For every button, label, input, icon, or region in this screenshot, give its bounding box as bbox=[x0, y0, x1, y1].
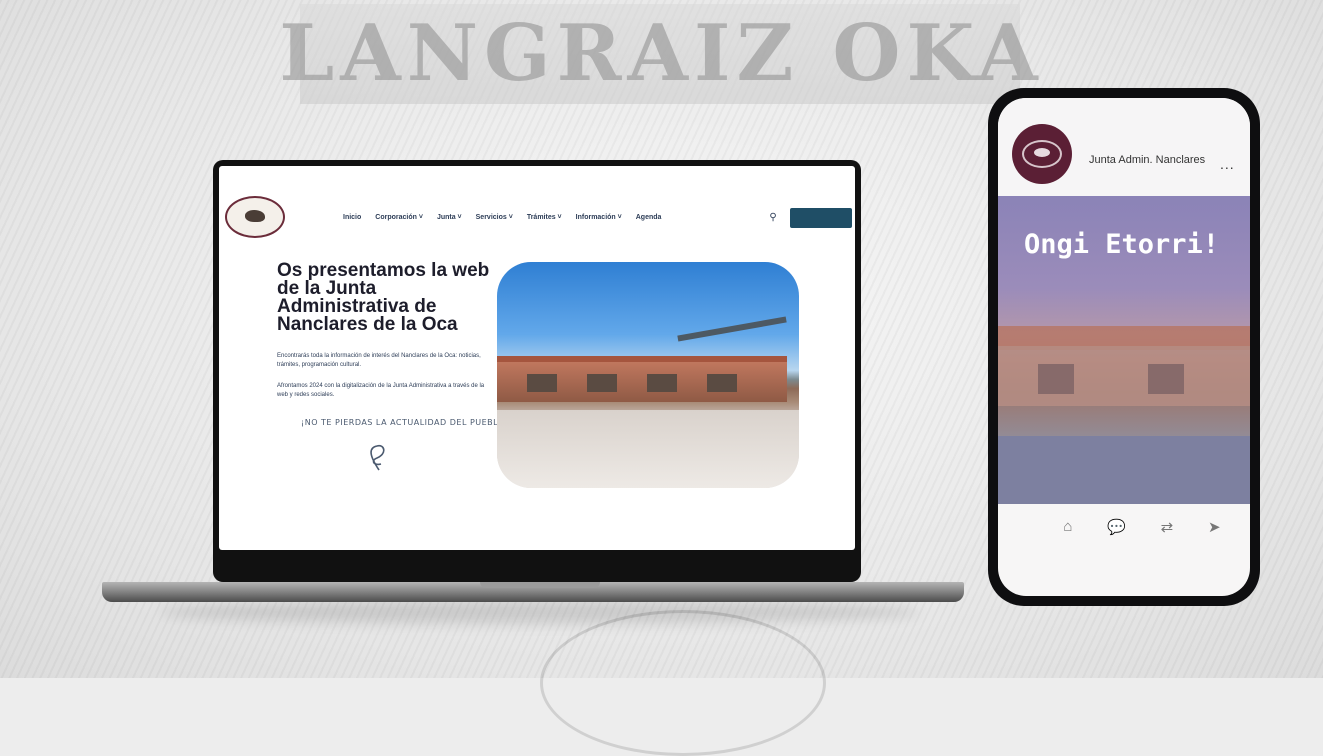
paved-ground bbox=[497, 410, 799, 488]
hero-paragraph-2: Afrontamos 2024 con la digitalización de… bbox=[277, 383, 485, 398]
nav-item-servicios[interactable]: Servicios ˅ bbox=[476, 214, 513, 221]
comment-icon[interactable]: 💬 bbox=[1107, 518, 1126, 536]
hero-title: Os presentamos la web de la Junta Admini… bbox=[277, 260, 490, 335]
hero-handwriting: ¡NO TE PIERDAS LA ACTUALIDAD DEL PUEBLO! bbox=[301, 418, 509, 427]
avatar[interactable] bbox=[1012, 124, 1072, 184]
swirl-icon bbox=[370, 444, 385, 471]
building-window bbox=[1148, 364, 1184, 394]
nav-item-tramites[interactable]: Trámites ˅ bbox=[527, 214, 562, 221]
nav-item-informacion[interactable]: Información ˅ bbox=[576, 214, 622, 221]
phone-screen: Junta Admin. Nanclares ... Ongi Etorri! … bbox=[998, 98, 1250, 596]
nav-item-junta[interactable]: Junta ˅ bbox=[437, 214, 462, 221]
road bbox=[998, 436, 1250, 504]
building-wall bbox=[998, 346, 1250, 406]
building-window bbox=[587, 374, 617, 392]
crane-shape bbox=[677, 316, 787, 342]
more-options-icon[interactable]: ... bbox=[1220, 156, 1235, 172]
laptop-shadow bbox=[160, 600, 920, 624]
hero-photo bbox=[497, 262, 799, 488]
nav-item-inicio[interactable]: Inicio bbox=[343, 214, 361, 221]
post-header: Junta Admin. Nanclares ... bbox=[998, 98, 1250, 196]
hero-paragraph-1: Encontrarás toda la información de inter… bbox=[277, 353, 481, 368]
nav-item-agenda[interactable]: Agenda bbox=[636, 214, 662, 221]
post-actions: ⌂ 💬 ⇄ ➤ bbox=[998, 518, 1250, 536]
laptop-notch bbox=[480, 582, 600, 588]
building-window bbox=[1038, 364, 1074, 394]
nav-item-corporacion[interactable]: Corporación ˅ bbox=[375, 214, 423, 221]
building-window bbox=[527, 374, 557, 392]
background-seal bbox=[540, 610, 826, 756]
post-greeting: Ongi Etorri! bbox=[1024, 229, 1220, 260]
contact-button[interactable] bbox=[790, 208, 852, 228]
background-title: LANGRAIZ OKA bbox=[279, 8, 1044, 99]
site-nav: Inicio Corporación ˅ Junta ˅ Servicios ˅… bbox=[343, 214, 661, 221]
post-image: Ongi Etorri! bbox=[998, 196, 1250, 504]
site-logo[interactable] bbox=[225, 196, 285, 238]
home-icon[interactable]: ⌂ bbox=[1063, 518, 1072, 536]
account-name[interactable]: Junta Admin. Nanclares bbox=[1089, 154, 1205, 166]
repost-icon[interactable]: ⇄ bbox=[1161, 518, 1174, 536]
search-icon[interactable]: ⚲ bbox=[766, 211, 780, 225]
laptop-display: Inicio Corporación ˅ Junta ˅ Servicios ˅… bbox=[219, 166, 855, 550]
send-icon[interactable]: ➤ bbox=[1208, 518, 1221, 536]
building-window bbox=[647, 374, 677, 392]
building-window bbox=[707, 374, 737, 392]
